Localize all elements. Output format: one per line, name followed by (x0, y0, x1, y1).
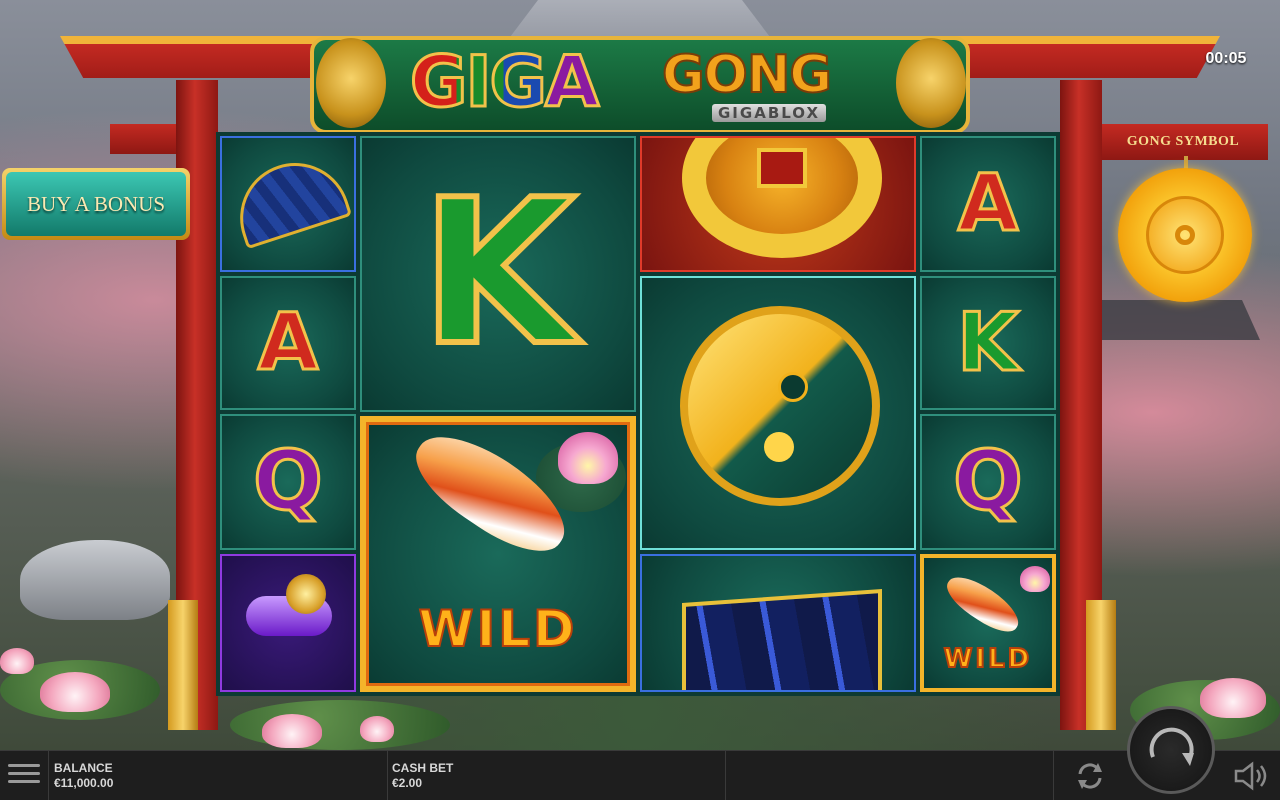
symbol-q: Q (920, 414, 1056, 550)
gong-inner-ring (1146, 196, 1224, 274)
divider (725, 751, 726, 800)
coin-square-icon (757, 148, 807, 188)
symbol-q-letter: Q (952, 434, 1025, 529)
wild-label: WILD (417, 599, 578, 659)
symbol-yin-yang-giga (640, 276, 916, 550)
koi-fish-icon (940, 567, 1026, 641)
symbol-k-letter: K (418, 157, 579, 390)
koi-ornament-icon (316, 38, 386, 128)
symbol-q: Q (220, 414, 356, 550)
symbol-coin (640, 136, 916, 272)
gong-icon (1118, 168, 1252, 302)
cash-bet-label: CASH BET (392, 761, 454, 775)
symbol-a-letter: A (256, 298, 319, 388)
symbol-wild-giga: WILD (360, 416, 636, 692)
symbol-fan-giga (640, 554, 916, 692)
yin-yang-icon (680, 306, 880, 506)
autoplay-icon[interactable] (1072, 760, 1108, 792)
lotus-icon (1020, 566, 1050, 592)
scroll-roll-icon (286, 574, 326, 614)
symbol-k-letter: K (956, 296, 1021, 389)
torii-post-base-right (1086, 600, 1116, 730)
gong-symbol-label: GONG SYMBOL (1126, 134, 1240, 149)
balance-value: €11,000.00 (54, 776, 114, 790)
reel-grid: A Q K WILD A K Q WILD (216, 132, 1060, 696)
background-rock (20, 540, 170, 620)
wild-label: WILD (943, 643, 1033, 675)
cash-bet-value: €2.00 (392, 776, 423, 790)
koi-ornament-icon (896, 38, 966, 128)
spin-button[interactable] (1127, 706, 1215, 794)
logo-subtitle: GIGABLOX (712, 104, 827, 122)
lotus-flower (360, 716, 394, 742)
symbol-k: K (920, 276, 1056, 410)
buy-a-bonus-label: BUY A BONUS (6, 172, 186, 236)
torii-post-base-left (168, 600, 198, 730)
symbol-a: A (920, 136, 1056, 272)
logo-giga-text: GIGA (408, 41, 600, 124)
lotus-flower (40, 672, 110, 712)
background-pagoda (1080, 300, 1260, 340)
fan-icon (225, 148, 353, 250)
yang-dot (764, 432, 794, 462)
symbol-a-letter: A (956, 159, 1019, 249)
game-stage: GIGA GONG GIGABLOX 00:05 BUY A BONUS GON… (0, 0, 1280, 750)
logo-gong: GONG (661, 45, 833, 105)
logo-panel (310, 36, 970, 134)
symbol-q-letter: Q (252, 434, 325, 529)
symbol-a: A (220, 276, 356, 410)
gong-center (1175, 225, 1195, 245)
symbol-scroll (220, 554, 356, 692)
spin-icon (1149, 727, 1194, 766)
symbol-wild: WILD (920, 554, 1056, 692)
lotus-flower (0, 648, 34, 674)
lotus-icon (558, 432, 618, 484)
yin-dot (778, 372, 808, 402)
divider (1053, 751, 1054, 800)
buy-a-bonus-button[interactable]: BUY A BONUS (2, 168, 190, 240)
menu-icon[interactable] (4, 759, 44, 793)
symbol-fan (220, 136, 356, 272)
logo-giga: GIGA (408, 41, 600, 124)
bottom-bar: BALANCE €11,000.00 CASH BET €2.00 (0, 750, 1280, 800)
lotus-flower (262, 714, 322, 748)
symbol-k-giga: K (360, 136, 636, 412)
sound-icon[interactable] (1232, 760, 1272, 792)
divider (48, 751, 49, 800)
divider (387, 751, 388, 800)
fan-icon (682, 589, 882, 690)
balance-label: BALANCE (54, 761, 113, 775)
session-timer: 00:05 (1205, 50, 1247, 67)
